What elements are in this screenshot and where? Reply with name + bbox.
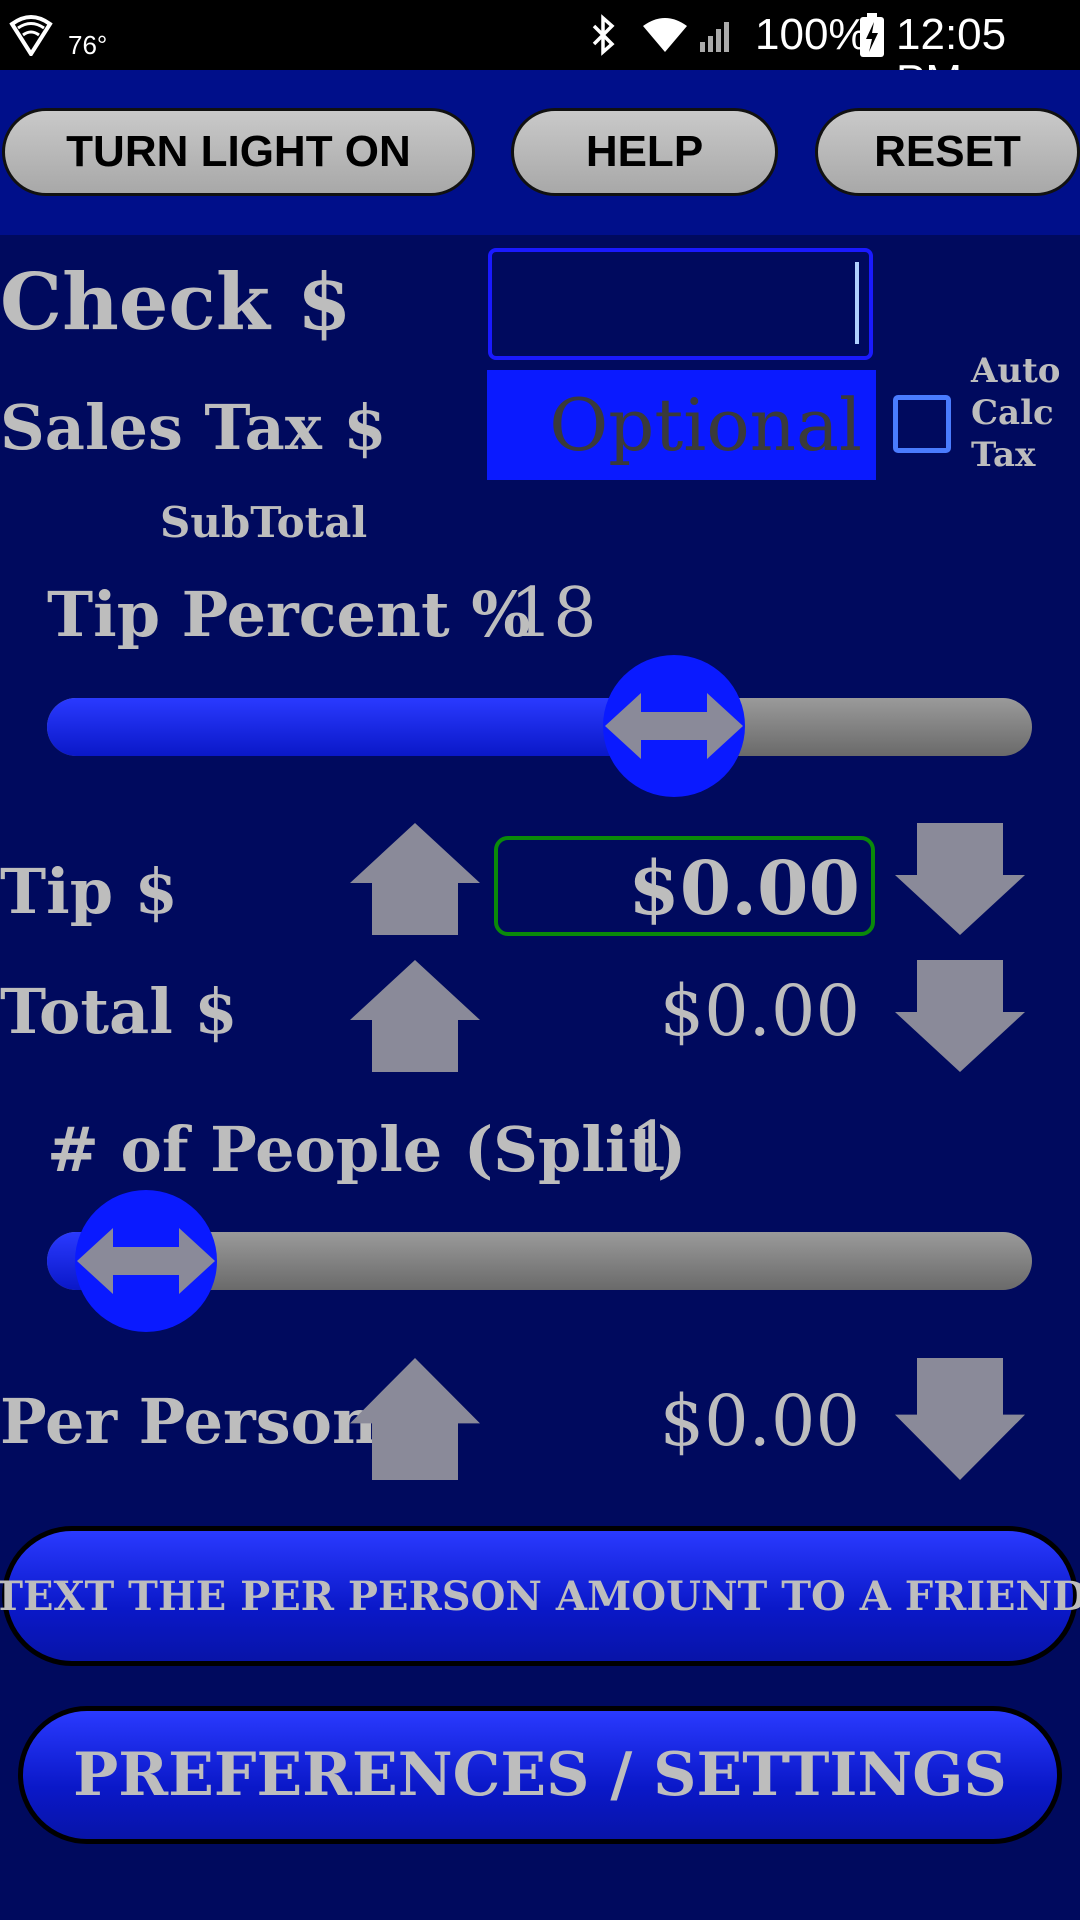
tip-amount-value: $0.00 bbox=[628, 846, 860, 932]
turn-light-on-button[interactable]: TURN LIGHT ON bbox=[2, 108, 475, 196]
per-person-amount-value: $0.00 bbox=[659, 1380, 860, 1462]
battery-percent-text: 100% bbox=[755, 10, 868, 59]
tip-label: Tip $ bbox=[0, 855, 178, 928]
total-down-arrow-icon[interactable] bbox=[895, 960, 1025, 1072]
check-label: Check $ bbox=[0, 257, 352, 348]
tip-percent-label: Tip Percent % bbox=[47, 578, 531, 651]
double-arrow-icon bbox=[605, 693, 743, 759]
bluetooth-icon bbox=[592, 14, 615, 56]
total-up-arrow-icon[interactable] bbox=[350, 960, 480, 1072]
tip-down-arrow-icon[interactable] bbox=[895, 823, 1025, 935]
check-amount-input[interactable] bbox=[488, 248, 873, 360]
people-label: # of People (Split) bbox=[47, 1113, 687, 1186]
tip-percent-slider-handle[interactable] bbox=[603, 655, 745, 797]
signal-icon bbox=[700, 22, 729, 52]
battery-charging-icon bbox=[860, 13, 884, 57]
auto-calc-line-1: Auto bbox=[971, 351, 1061, 391]
tip-percent-value: 18 bbox=[510, 574, 597, 653]
temperature-text: 76° bbox=[68, 30, 108, 60]
wifi-icon bbox=[643, 18, 687, 52]
per-person-up-arrow-icon[interactable] bbox=[350, 1358, 480, 1480]
status-bar: 76° 100% 12:05 PM bbox=[0, 0, 1080, 104]
wifi-shield-icon bbox=[9, 15, 53, 56]
text-cursor bbox=[855, 262, 859, 344]
per-person-down-arrow-icon[interactable] bbox=[895, 1358, 1025, 1480]
total-label: Total $ bbox=[0, 975, 238, 1048]
double-arrow-icon bbox=[77, 1228, 215, 1294]
reset-button[interactable]: RESET bbox=[815, 108, 1080, 196]
auto-calc-line-3: Tax bbox=[971, 435, 1036, 475]
tip-percent-slider-fill bbox=[47, 698, 677, 756]
auto-calc-line-2: Calc bbox=[971, 393, 1054, 433]
help-button[interactable]: HELP bbox=[511, 108, 778, 196]
people-slider-handle[interactable] bbox=[75, 1190, 217, 1332]
per-person-label: Per Person bbox=[0, 1385, 378, 1458]
sales-tax-label: Sales Tax $ bbox=[0, 391, 387, 464]
subtotal-label: SubTotal bbox=[160, 498, 368, 547]
auto-calc-tax-label: Auto Calc Tax bbox=[971, 350, 1060, 476]
preferences-settings-button[interactable]: PREFERENCES / SETTINGS bbox=[18, 1706, 1062, 1844]
auto-calc-tax-checkbox[interactable] bbox=[893, 395, 951, 453]
people-value: 1 bbox=[630, 1108, 674, 1187]
text-friend-button[interactable]: TEXT THE PER PERSON AMOUNT TO A FRIEND bbox=[0, 1526, 1080, 1666]
tip-up-arrow-icon[interactable] bbox=[350, 823, 480, 935]
total-amount-value: $0.00 bbox=[659, 970, 860, 1052]
sales-tax-placeholder: Optional bbox=[549, 383, 862, 467]
